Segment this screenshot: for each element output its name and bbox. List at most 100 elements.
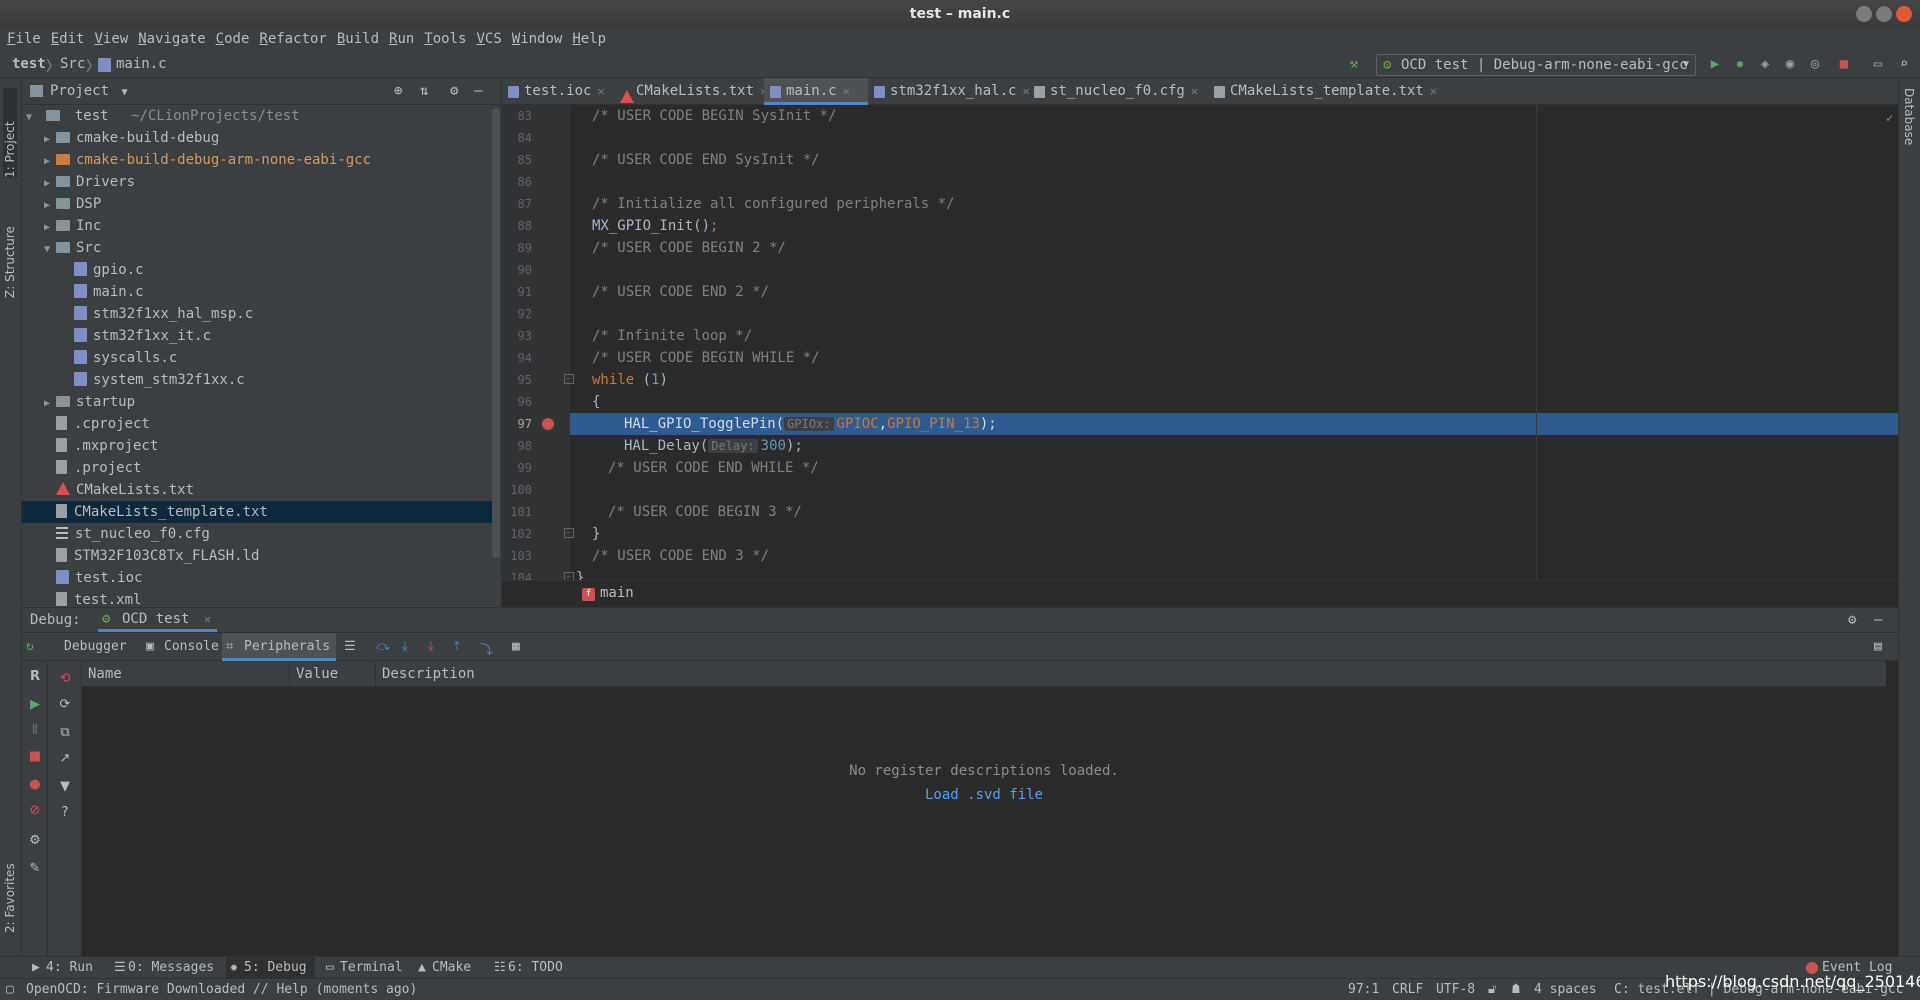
project-scrollbar[interactable] (492, 108, 500, 558)
close-icon[interactable]: ✕ (1430, 84, 1437, 98)
tool-tab-messages[interactable]: ☰ 0: Messages (110, 957, 214, 979)
tree-item[interactable]: ▶ Inc (22, 215, 494, 237)
run-icon[interactable]: ▶ (1707, 56, 1723, 72)
fold-icon[interactable]: − (564, 374, 574, 384)
minimize-button[interactable] (1856, 6, 1872, 22)
tree-item[interactable]: ▼ Src (22, 237, 494, 259)
step-into-icon[interactable]: ⤓ (402, 639, 408, 654)
editor-breadcrumb-function[interactable]: main (600, 585, 634, 601)
breadcrumb-file[interactable]: main.c (116, 56, 167, 72)
breakpoint-icon[interactable] (542, 418, 554, 430)
tree-item[interactable]: ▶ Drivers (22, 171, 494, 193)
filter-icon[interactable]: ▼ (57, 779, 73, 795)
pause-icon[interactable]: Ⅱ (27, 723, 43, 739)
expand-arrow-icon[interactable]: ▶ (44, 129, 56, 151)
evaluate-expression-icon[interactable]: ▦ (512, 639, 520, 654)
tab-project[interactable]: 1: Project (3, 88, 17, 178)
breadcrumb-project[interactable]: test (12, 56, 46, 72)
inspection-ok-icon[interactable]: ✓ (1886, 111, 1893, 125)
step-over-icon[interactable]: ⤼ (376, 639, 390, 654)
tree-item[interactable]: stm32f1xx_hal_msp.c (22, 303, 494, 325)
rerun-icon[interactable]: ↻ (26, 639, 34, 654)
tree-item[interactable]: stm32f1xx_it.c (22, 325, 494, 347)
caret-position[interactable]: 97:1 (1348, 979, 1379, 1000)
tree-item[interactable]: .cproject (22, 413, 494, 435)
debug-session-tab[interactable]: ⚙ OCD test ✕ (98, 608, 218, 632)
restart-icon[interactable]: R (27, 669, 43, 685)
menu-refactor[interactable]: Refactor (254, 28, 331, 51)
file-encoding[interactable]: UTF-8 (1436, 979, 1475, 1000)
close-icon[interactable]: ✕ (597, 84, 604, 98)
editor-tab[interactable]: CMakeLists.txt✕ (614, 78, 767, 105)
expand-arrow-icon[interactable]: ▼ (44, 239, 56, 261)
stop-icon[interactable]: ■ (1836, 56, 1852, 72)
stop-icon[interactable]: ■ (27, 749, 43, 765)
menu-help[interactable]: Help (567, 28, 611, 51)
menu-tools[interactable]: Tools (419, 28, 471, 51)
expand-arrow-icon[interactable]: ▶ (44, 195, 56, 217)
fold-icon[interactable]: − (564, 572, 574, 580)
tree-item[interactable]: syscalls.c (22, 347, 494, 369)
menu-code[interactable]: Code (211, 28, 255, 51)
fold-icon[interactable]: − (564, 528, 574, 538)
code-editor[interactable]: 83 84 85 86 87 88 89 90 91 92 93 94 95 − 96 97 98 99 100 10… (502, 105, 1898, 580)
hector-icon[interactable]: ☗ (1512, 979, 1520, 1000)
collapse-all-icon[interactable]: ⇅ (420, 78, 428, 105)
column-value[interactable]: Value (290, 661, 376, 687)
project-view-selector[interactable]: Project (50, 83, 109, 99)
tab-console[interactable]: ▣ Console (142, 633, 225, 661)
tool-tab-todo[interactable]: ☷ 6: TODO (490, 957, 563, 979)
tab-peripherals[interactable]: ⌗ Peripherals (222, 633, 337, 661)
search-icon[interactable]: ⌕ (1896, 56, 1912, 72)
editor-tab[interactable]: test.ioc ✕ (502, 78, 614, 105)
run-to-cursor-icon[interactable]: ⤵ (480, 639, 493, 658)
tree-item[interactable]: ▶ startup (22, 391, 494, 413)
status-icon[interactable]: ▢ (6, 979, 14, 1000)
lock-icon[interactable]: 🔓︎ (1488, 979, 1496, 1000)
tree-item[interactable]: system_stm32f1xx.c (22, 369, 494, 391)
tree-item[interactable]: STM32F103C8Tx_FLASH.ld (22, 545, 494, 567)
frames-list-icon[interactable]: ☰ (344, 639, 356, 654)
expand-arrow-icon[interactable]: ▶ (44, 393, 56, 415)
menu-edit[interactable]: Edit (46, 28, 90, 51)
line-separator[interactable]: CRLF (1392, 979, 1423, 1000)
column-description[interactable]: Description (376, 661, 1886, 687)
close-icon[interactable]: ✕ (204, 612, 211, 626)
tool-tab-cmake[interactable]: ▲ CMake (414, 957, 471, 979)
tree-item[interactable]: st_nucleo_f0.cfg (22, 523, 494, 545)
menu-window[interactable]: Window (507, 28, 568, 51)
tab-structure[interactable]: Z: Structure (3, 198, 17, 298)
window-layout-icon[interactable]: ▭ (1870, 56, 1886, 72)
tree-item[interactable]: CMakeLists.txt (22, 479, 494, 501)
load-svd-link-label[interactable]: Load .svd file (925, 787, 1043, 803)
resume-icon[interactable]: ▶ (27, 697, 43, 713)
indent-setting[interactable]: 4 spaces (1534, 979, 1597, 1000)
editor-tab[interactable]: st_nucleo_f0.cfg ✕ (1028, 78, 1208, 105)
tool-tab-terminal[interactable]: ▭ Terminal (322, 957, 403, 979)
profile-icon[interactable]: ◉ (1782, 56, 1798, 72)
build-hammer-icon[interactable]: ⚒ (1346, 56, 1362, 72)
menu-file[interactable]: File (2, 28, 46, 51)
editor-tab[interactable]: CMakeLists_template.txt ✕ (1208, 78, 1437, 105)
menu-run[interactable]: Run (384, 28, 419, 51)
tree-item[interactable]: ▶ cmake-build-debug-arm-none-eabi-gcc (22, 149, 494, 171)
attach-icon[interactable]: ◎ (1807, 56, 1823, 72)
menu-vcs[interactable]: VCS (471, 28, 506, 51)
close-icon[interactable]: ✕ (1191, 84, 1198, 98)
coverage-icon[interactable]: ◈ (1757, 56, 1773, 72)
tree-item[interactable]: ▶ DSP (22, 193, 494, 215)
expand-arrow-icon[interactable]: ▶ (44, 173, 56, 195)
export-icon[interactable]: ↗ (57, 751, 73, 767)
menu-build[interactable]: Build (332, 28, 384, 51)
refresh-icon[interactable]: ⟲ (57, 671, 73, 687)
status-message[interactable]: OpenOCD: Firmware Downloaded // Help (mo… (26, 979, 417, 1000)
force-step-into-icon[interactable]: ⤓ (428, 639, 434, 654)
run-configuration-selector[interactable]: ⚙ OCD test | Debug-arm-none-eabi-gcc ▼ (1376, 54, 1696, 76)
gear-icon[interactable]: ⚙ (1848, 612, 1856, 628)
view-breakpoints-icon[interactable]: ● (27, 777, 43, 793)
column-name[interactable]: Name (82, 661, 290, 687)
tree-item[interactable]: gpio.c (22, 259, 494, 281)
tool-tab-debug[interactable]: ✹ 5: Debug (226, 957, 315, 979)
editor-tab[interactable]: stm32f1xx_hal.c ✕ (868, 78, 1030, 105)
pin-icon[interactable]: ✎ (27, 861, 43, 877)
